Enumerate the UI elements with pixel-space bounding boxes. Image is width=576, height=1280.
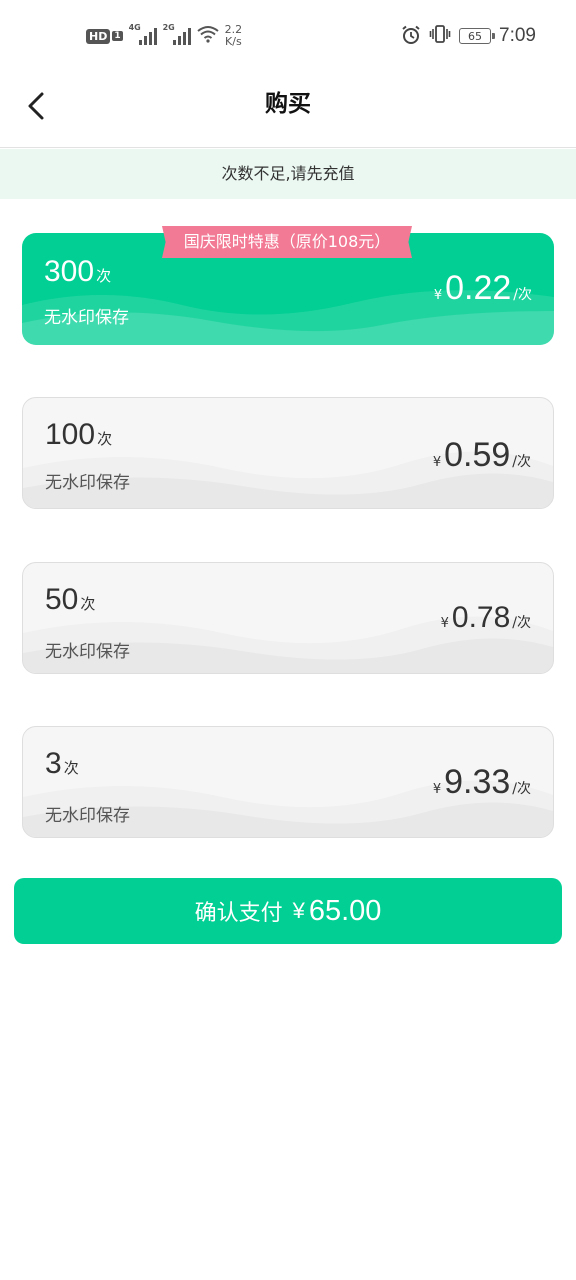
confirm-pay-amount: 65.00 [308,894,382,927]
plan-count-number: 50 [45,583,79,616]
plan-count-number: 100 [45,418,96,451]
insufficient-notice: 次数不足,请先充值 [0,149,576,199]
vibrate-icon [429,25,451,47]
plan-desc: 无水印保存 [45,642,130,662]
plan-price: ¥ 0.78 /次 [441,601,531,635]
price-currency: ¥ [433,288,443,303]
wifi-icon [196,25,219,47]
plan-desc: 无水印保存 [44,308,129,328]
price-currency: ¥ [432,455,442,470]
price-value: 0.78 [451,601,511,634]
confirm-pay-label: 确认支付 [194,900,283,925]
plan-count-unit: 次 [96,267,112,285]
status-bar: HD 1 4G 2G 2.2 K/s 65 7:09 [0,0,576,72]
plan-count-unit: 次 [80,595,96,613]
plan-count: 300 次 [44,255,111,289]
price-value: 9.33 [444,763,511,801]
plan-count: 3 次 [45,747,79,781]
plan-count-unit: 次 [63,759,79,777]
confirm-pay-currency: ¥ [292,898,305,923]
hd-sub-badge: 1 [112,31,123,41]
price-currency: ¥ [432,782,442,797]
hd-badge: HD [86,28,111,44]
net-speed-unit: K/s [225,35,242,48]
status-right: 65 7:09 [401,22,536,50]
status-time: 7:09 [499,25,536,46]
promo-tag: 国庆限时特惠（原价108元） [166,226,408,258]
page-title: 购买 [265,91,311,117]
plan-desc: 无水印保存 [45,806,130,826]
battery-icon: 65 [459,28,496,44]
plan-card-100[interactable]: 100 次 无水印保存 ¥ 0.59 /次 [22,397,554,509]
plan-count-number: 3 [45,747,62,780]
status-left: HD 1 4G 2G 2.2 K/s [86,22,242,50]
battery-level: 65 [468,29,483,43]
plan-count-number: 300 [44,255,95,288]
nav-header: 购买 [0,72,576,148]
plan-count: 100 次 [45,418,112,452]
price-unit: /次 [512,454,531,470]
plan-price: ¥ 9.33 /次 [433,763,531,802]
price-value: 0.22 [445,269,512,307]
plan-card-50[interactable]: 50 次 无水印保存 ¥ 0.78 /次 [22,562,554,674]
plan-card-3[interactable]: 3 次 无水印保存 ¥ 9.33 /次 [22,726,554,838]
plan-price: ¥ 0.22 /次 [434,269,532,308]
signal-2g-icon: 2G [163,23,191,45]
net-speed: 2.2 K/s [225,24,243,48]
plan-price: ¥ 0.59 /次 [433,436,531,475]
price-value: 0.59 [444,436,511,474]
plan-count-unit: 次 [97,430,113,448]
plan-count: 50 次 [45,583,95,617]
plan-desc: 无水印保存 [45,473,130,493]
confirm-pay-button[interactable]: 确认支付 ¥ 65.00 [14,878,562,944]
price-unit: /次 [513,287,532,303]
price-unit: /次 [512,781,531,797]
alarm-icon [401,25,421,48]
price-currency: ¥ [440,616,449,631]
net-label-2g: 2G [162,23,175,32]
price-unit: /次 [512,615,531,631]
signal-4g-icon: 4G [129,23,157,45]
net-label-4g: 4G [128,23,141,32]
